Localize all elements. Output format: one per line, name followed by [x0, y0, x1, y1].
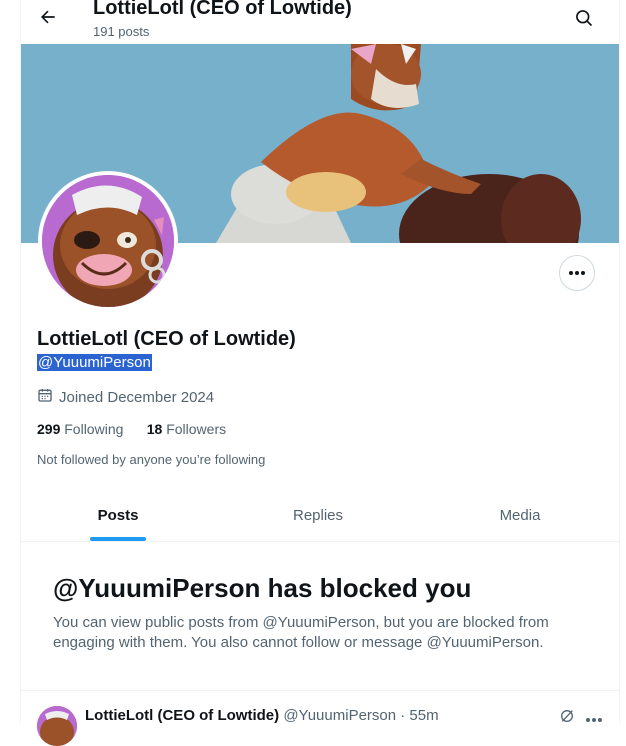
- post-header: LottieLotl (CEO of Lowtide) @YuuumiPerso…: [85, 707, 439, 724]
- calendar-icon: [37, 387, 53, 407]
- followers-label: Followers: [166, 421, 227, 437]
- joined-date: Joined December 2024: [37, 387, 214, 407]
- tab-replies[interactable]: Replies: [219, 490, 417, 541]
- post-avatar[interactable]: [37, 706, 77, 746]
- avatar[interactable]: [38, 171, 178, 311]
- header-title: LottieLotl (CEO of Lowtide): [93, 0, 352, 19]
- not-followed-note: Not followed by anyone you’re following: [37, 452, 266, 467]
- tab-posts[interactable]: Posts: [21, 490, 215, 541]
- following-link[interactable]: 299 Following: [37, 421, 123, 437]
- grok-icon[interactable]: [559, 708, 575, 729]
- following-count: 299: [37, 421, 61, 437]
- search-icon[interactable]: [571, 5, 597, 31]
- divider: [21, 690, 619, 691]
- handle-text: @YuuumiPerson: [37, 354, 152, 371]
- profile-tabs: Posts Replies Media: [21, 490, 619, 542]
- post-author[interactable]: LottieLotl (CEO of Lowtide): [85, 707, 279, 724]
- more-icon[interactable]: [559, 255, 595, 291]
- followers-count: 18: [146, 421, 163, 437]
- profile-name: LottieLotl (CEO of Lowtide): [37, 328, 296, 350]
- post-more-icon[interactable]: [585, 710, 603, 728]
- active-tab-indicator: [90, 537, 146, 541]
- back-arrow-icon[interactable]: [33, 2, 63, 32]
- profile-handle: @YuuumiPerson: [37, 354, 152, 371]
- following-label: Following: [64, 421, 124, 437]
- tab-media[interactable]: Media: [421, 490, 619, 541]
- post-actions: [559, 708, 603, 729]
- posts-count: 191 posts: [93, 24, 150, 39]
- followers-link[interactable]: 18 Followers: [147, 421, 226, 437]
- top-bar: LottieLotl (CEO of Lowtide) 191 posts: [21, 0, 619, 44]
- post-meta[interactable]: @YuuumiPerson · 55m: [283, 707, 438, 724]
- profile-column: LottieLotl (CEO of Lowtide) 191 posts Lo…: [20, 0, 620, 746]
- blocked-message: You can view public posts from @YuuumiPe…: [53, 614, 549, 651]
- blocked-title: @YuuumiPerson has blocked you: [53, 573, 472, 603]
- joined-text: Joined December 2024: [59, 388, 215, 406]
- follow-stats: 299 Following 18 Followers: [37, 421, 226, 437]
